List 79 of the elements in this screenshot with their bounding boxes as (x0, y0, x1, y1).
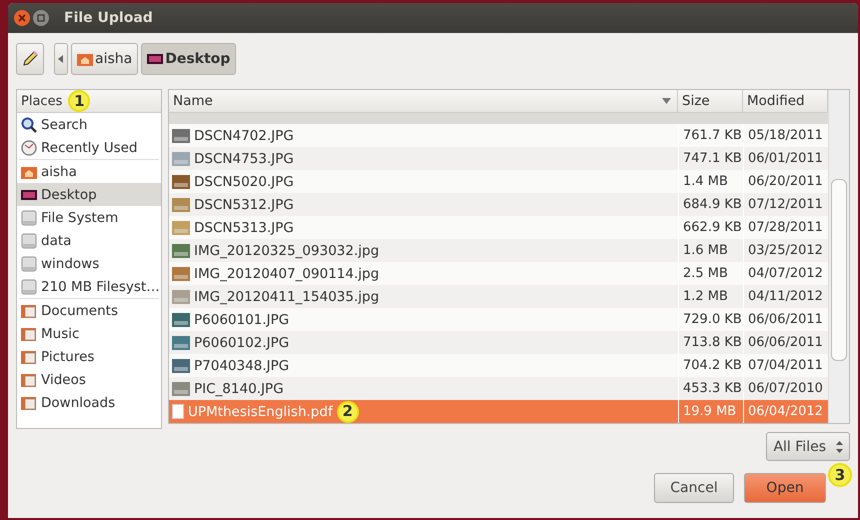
desktop-icon (21, 188, 37, 200)
maximize-button[interactable] (33, 10, 49, 26)
file-name: P6060102.JPG (194, 334, 290, 350)
sidebar-item[interactable]: Pictures (17, 345, 161, 368)
sidebar-item[interactable]: data (17, 229, 161, 252)
file-row[interactable]: IMG_20120411_154035.jpg 1.2 MB 04/11/2012 (169, 285, 828, 308)
file-row[interactable]: PIC_8140.JPG 453.3 KB 06/07/2010 (169, 377, 828, 400)
file-row[interactable]: DSCN5313.JPG 662.9 KB 07/28/2011 (169, 216, 828, 239)
file-row[interactable]: DSCN5312.JPG 684.9 KB 07/12/2011 (169, 193, 828, 216)
callout-marker: 1 (68, 90, 90, 112)
drive-icon (21, 210, 37, 226)
sidebar-item[interactable]: File System (17, 206, 161, 229)
sidebar-item[interactable]: Downloads (17, 391, 161, 414)
file-row[interactable]: DSCN5020.JPG 1.4 MB 06/20/2011 (169, 170, 828, 193)
path-button[interactable]: aisha (71, 43, 138, 75)
file-name: UPMthesisEnglish.pdf (188, 404, 333, 420)
drive-icon (21, 256, 37, 272)
dialog-button[interactable]: Open (744, 473, 826, 503)
file-row[interactable]: IMG_20120325_093032.jpg 1.6 MB 03/25/2012 (169, 239, 828, 262)
file-name: DSCN5313.JPG (194, 220, 294, 236)
close-button[interactable] (14, 10, 30, 26)
file-row[interactable]: UPMthesisEnglish.pdf 2 19.9 MB 06/04/2012 (169, 400, 828, 423)
file-name: DSCN5020.JPG (194, 174, 294, 190)
sidebar-item[interactable]: Desktop (17, 183, 161, 206)
file-name: P6060101.JPG (194, 312, 290, 328)
path-button[interactable]: Desktop (141, 43, 236, 75)
drive-icon (21, 278, 37, 294)
column-header[interactable]: Name (169, 90, 678, 112)
file-size: 19.9 MB (678, 400, 743, 423)
callout-marker: 3 (828, 463, 852, 487)
window-title: File Upload (64, 10, 153, 26)
file-row[interactable]: DSCN4753.JPG 747.1 KB 06/01/2011 (169, 147, 828, 170)
file-name: DSCN5312.JPG (194, 196, 294, 212)
home-folder-icon (21, 164, 37, 178)
sidebar-item[interactable]: Videos (17, 368, 161, 391)
sidebar-item[interactable]: Recently Used (17, 136, 161, 159)
file-row[interactable]: DSCN4702.JPG 761.7 KB 05/18/2011 (169, 124, 828, 147)
file-name: IMG_20120325_093032.jpg (194, 242, 380, 258)
file-name: IMG_20120407_090114.jpg (194, 266, 380, 282)
left-arrow-icon (58, 55, 64, 63)
dialog-button[interactable]: Cancel (654, 473, 734, 503)
folder-icon (21, 394, 37, 410)
sidebar-item[interactable]: Documents (17, 299, 161, 322)
back-button[interactable] (54, 43, 68, 75)
callout-marker: 2 (336, 400, 359, 422)
clock-icon (21, 140, 37, 156)
sidebar-item[interactable]: Music (17, 322, 161, 345)
file-row[interactable]: P6060102.JPG 713.8 KB 06/06/2011 (169, 331, 828, 354)
file-name: P7040348.JPG (194, 358, 290, 374)
folder-icon (21, 372, 37, 388)
file-name: PIC_8140.JPG (194, 380, 284, 396)
desktop-icon (147, 53, 164, 65)
column-header: Places (21, 94, 62, 108)
sidebar-item[interactable]: 210 MB Filesyst… (17, 275, 161, 298)
file-name: IMG_20120411_154035.jpg (194, 288, 380, 304)
sidebar-item[interactable]: windows (17, 252, 161, 275)
file-type-dropdown[interactable]: All Files (766, 432, 850, 461)
file-row[interactable]: P6060101.JPG 729.0 KB 06/06/2011 (169, 308, 828, 331)
column-header[interactable]: Size (678, 90, 743, 112)
search-icon (21, 116, 37, 132)
folder-icon (21, 348, 37, 364)
maximize-icon (37, 14, 45, 22)
scrollbar[interactable] (828, 90, 849, 423)
spinner-arrows-icon (836, 440, 843, 452)
home-folder-icon (77, 52, 93, 66)
file-name: DSCN4753.JPG (194, 150, 294, 166)
close-icon (18, 14, 26, 22)
file-row[interactable]: P7040348.JPG 704.2 KB 07/04/2011 (169, 354, 828, 377)
edit-location-button[interactable] (16, 43, 44, 75)
folder-icon (21, 326, 37, 342)
file-row[interactable]: IMG_20120407_090114.jpg 2.5 MB 04/07/2012 (169, 262, 828, 285)
file-name: DSCN4702.JPG (194, 128, 294, 144)
pencil-icon (21, 50, 39, 68)
drive-icon (21, 232, 37, 248)
folder-icon (21, 302, 37, 318)
sidebar-item[interactable]: Search (17, 113, 161, 136)
sidebar-item[interactable]: aisha (17, 160, 161, 183)
sort-arrow-icon (662, 98, 671, 104)
document-icon (172, 404, 184, 419)
